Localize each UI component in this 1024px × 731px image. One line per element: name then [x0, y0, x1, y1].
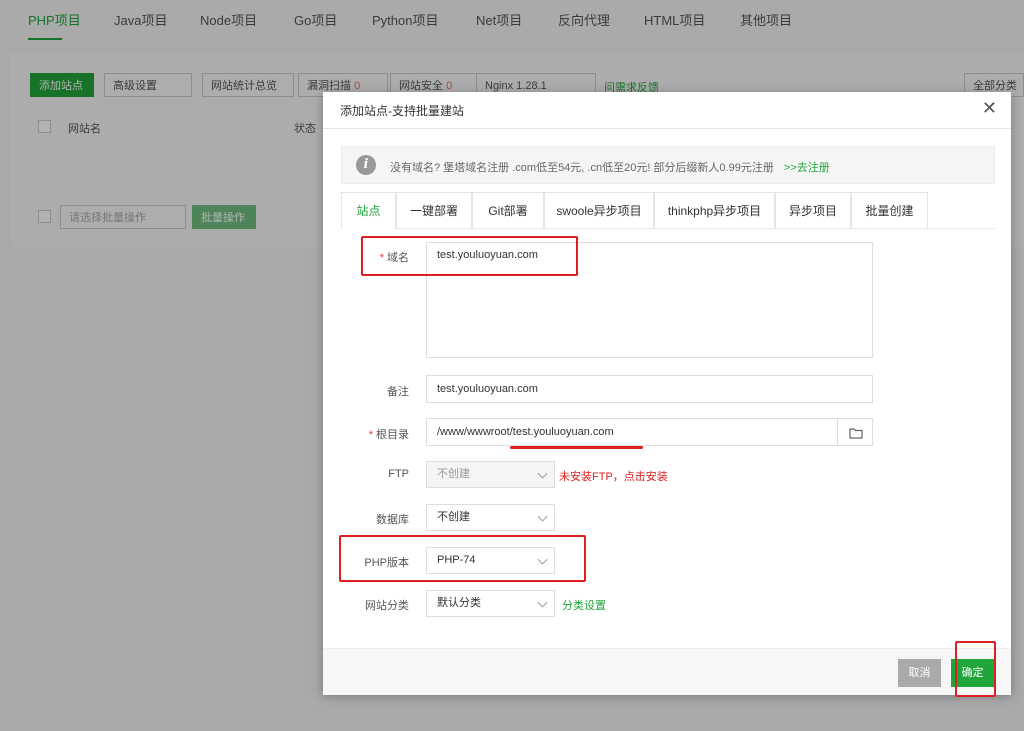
annotation-box-php-version	[339, 535, 586, 582]
browse-folder-button[interactable]	[837, 418, 873, 446]
register-link[interactable]: >>去注册	[784, 162, 830, 174]
domain-promo-notice: i 没有域名? 堡塔域名注册 .com低至54元, .cn低至20元! 部分后缀…	[341, 146, 995, 184]
annotation-underline-root-dir	[510, 446, 643, 449]
root-dir-label-text: 根目录	[376, 429, 409, 441]
remark-value: test.youluoyuan.com	[437, 383, 538, 395]
chevron-down-icon	[537, 468, 548, 479]
close-icon[interactable]: ✕	[982, 98, 997, 119]
category-value: 默认分类	[437, 597, 481, 609]
dialog-tabs: 站点 一键部署 Git部署 swoole异步项目 thinkphp异步项目 异步…	[341, 192, 995, 229]
notice-text: 没有域名? 堡塔域名注册 .com低至54元, .cn低至20元! 部分后缀新人…	[390, 162, 774, 174]
title-divider	[323, 128, 1011, 129]
remark-label: 备注	[387, 386, 409, 398]
category-label: 网站分类	[365, 600, 409, 612]
add-site-dialog: 添加站点-支持批量建站 ✕ i 没有域名? 堡塔域名注册 .com低至54元, …	[323, 92, 1011, 697]
dialog-footer: 取消 确定	[323, 648, 1011, 695]
category-select[interactable]: 默认分类	[426, 590, 555, 617]
cancel-button[interactable]: 取消	[898, 659, 941, 687]
tab-thinkphp-async[interactable]: thinkphp异步项目	[654, 192, 775, 228]
ftp-label: FTP	[388, 468, 409, 480]
tab-async-project[interactable]: 异步项目	[775, 192, 851, 228]
info-icon: i	[356, 155, 376, 175]
dialog-title: 添加站点-支持批量建站	[340, 104, 464, 118]
chevron-down-icon	[537, 597, 548, 608]
folder-icon	[849, 428, 863, 439]
tab-site[interactable]: 站点	[341, 192, 396, 229]
tab-git-deploy[interactable]: Git部署	[472, 192, 544, 228]
tab-batch-create[interactable]: 批量创建	[851, 192, 928, 228]
remark-input[interactable]: test.youluoyuan.com	[426, 375, 873, 403]
tab-one-click-deploy[interactable]: 一键部署	[396, 192, 472, 228]
ftp-value: 不创建	[437, 468, 470, 480]
tab-swoole-async[interactable]: swoole异步项目	[544, 192, 654, 228]
database-select[interactable]: 不创建	[426, 504, 555, 531]
root-dir-label: * 根目录	[368, 429, 409, 441]
root-dir-value: /www/wwwroot/test.youluoyuan.com	[437, 426, 614, 438]
chevron-down-icon	[537, 511, 548, 522]
annotation-box-domain	[361, 236, 578, 276]
annotation-box-confirm	[955, 641, 996, 697]
database-label: 数据库	[376, 514, 409, 526]
database-value: 不创建	[437, 511, 470, 523]
ftp-select[interactable]: 不创建	[426, 461, 555, 488]
install-ftp-link[interactable]: 未安装FTP，点击安装	[559, 468, 668, 484]
root-dir-input[interactable]: /www/wwwroot/test.youluoyuan.com	[426, 418, 838, 446]
category-settings-link[interactable]: 分类设置	[562, 597, 606, 613]
notice-text-line: 没有域名? 堡塔域名注册 .com低至54元, .cn低至20元! 部分后缀新人…	[390, 159, 830, 175]
